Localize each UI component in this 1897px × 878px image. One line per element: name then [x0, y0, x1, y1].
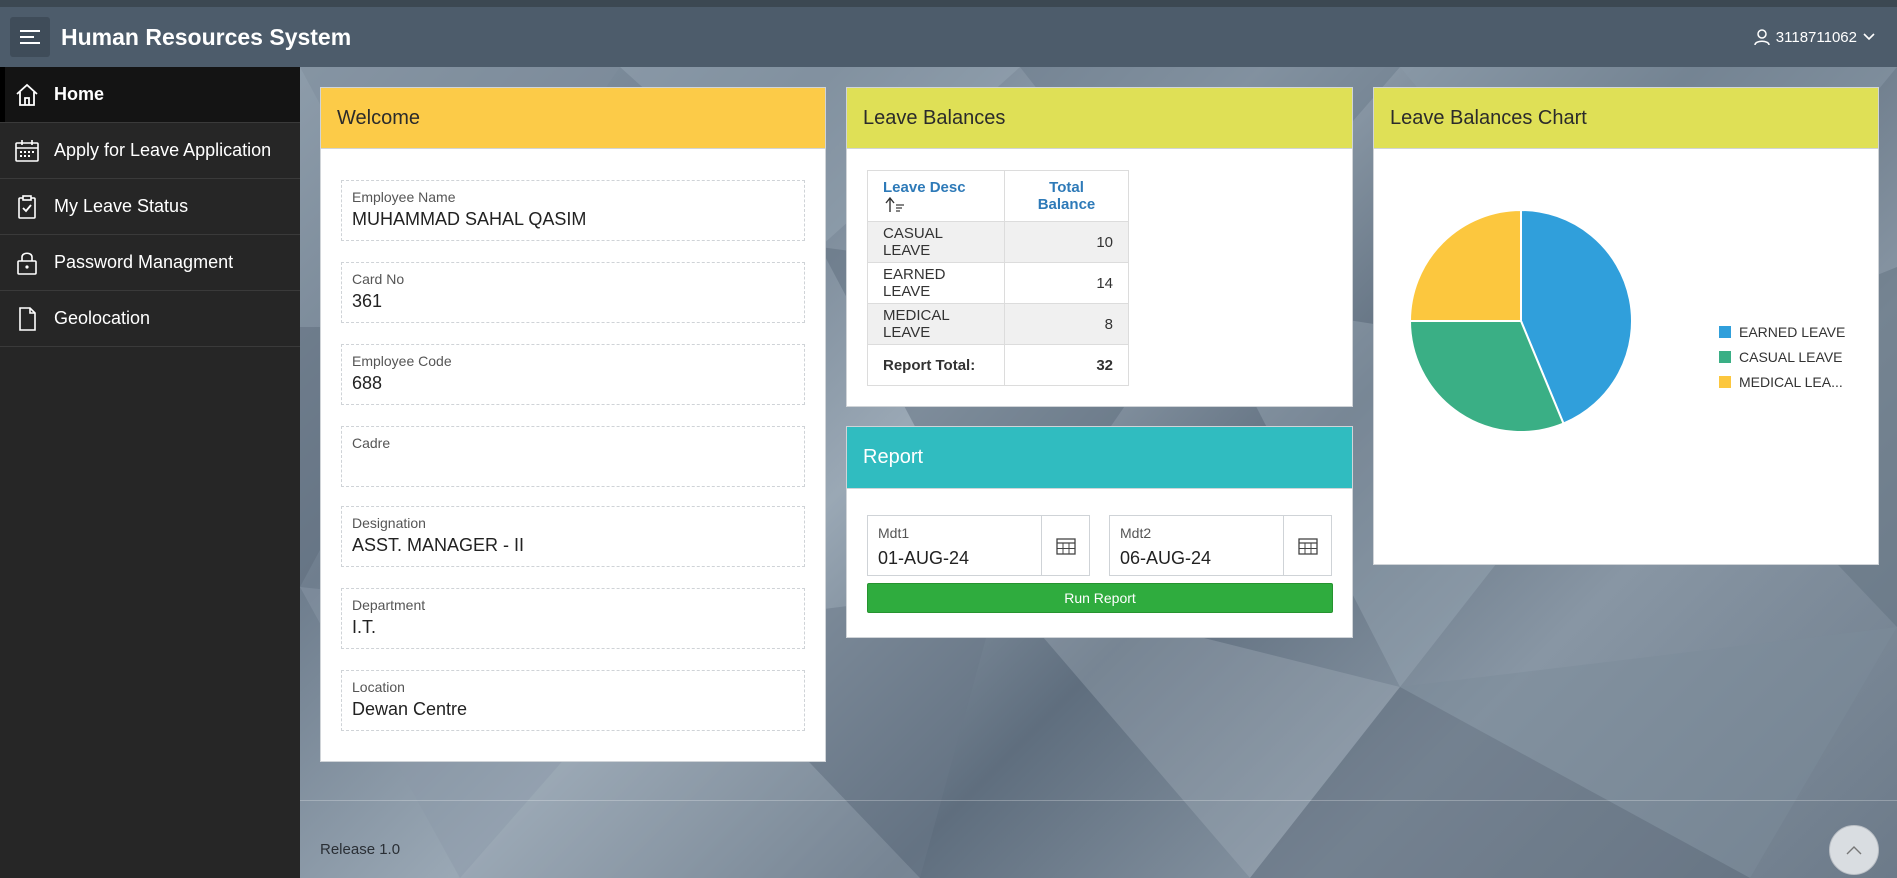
legend-item[interactable]: EARNED LEAVE — [1719, 319, 1845, 344]
sidebar-item-label: Home — [54, 84, 105, 104]
sidebar-item-home[interactable]: Home — [0, 67, 300, 123]
app-header: Human Resources System 3118711062 — [0, 7, 1897, 67]
mdt1-label: Mdt1 — [878, 525, 910, 541]
designation-field: Designation ASST. MANAGER - II — [341, 506, 805, 567]
top-strip — [0, 0, 1897, 7]
sidebar-item-apply-leave[interactable]: Apply for Leave Application — [0, 123, 300, 179]
sidebar-item-label: Apply for Leave Application — [54, 140, 272, 160]
field-value: MUHAMMAD SAHAL QASIM — [352, 209, 587, 229]
main-content: Welcome Employee Name MUHAMMAD SAHAL QAS… — [300, 67, 1897, 878]
user-menu[interactable]: 3118711062 — [1754, 7, 1875, 67]
column-header-label: Leave Desc — [883, 178, 966, 196]
sidebar-item-leave-status[interactable]: My Leave Status — [0, 179, 300, 235]
table-row: EARNED LEAVE 14 — [867, 262, 1129, 304]
cell-total-balance: 8 — [1004, 303, 1129, 345]
field-label: Card No — [352, 271, 405, 287]
field-value: I.T. — [352, 617, 377, 637]
sidebar: Home Apply for Leave Application My Leav… — [0, 67, 300, 878]
chart-title: Leave Balances Chart — [1374, 88, 1878, 149]
field-label: Department — [352, 597, 426, 613]
field-value: 688 — [352, 373, 383, 393]
field-label: Designation — [352, 515, 426, 531]
card-no-field: Card No 361 — [341, 262, 805, 323]
table-total-row: Report Total: 32 — [867, 344, 1129, 386]
field-label: Employee Code — [352, 353, 452, 369]
sidebar-item-password[interactable]: Password Managment — [0, 235, 300, 291]
welcome-card: Welcome Employee Name MUHAMMAD SAHAL QAS… — [320, 87, 826, 762]
cell-leave-desc: CASUAL LEAVE — [867, 221, 1005, 263]
calendar-icon — [12, 136, 42, 166]
mdt2-input[interactable]: 06-AUG-24 — [1120, 548, 1211, 569]
run-report-button[interactable]: Run Report — [867, 583, 1333, 613]
mdt1-calendar-button[interactable] — [1041, 516, 1089, 575]
legend-item[interactable]: MEDICAL LEA... — [1719, 369, 1845, 394]
cell-leave-desc: MEDICAL LEAVE — [867, 303, 1005, 345]
field-label: Location — [352, 679, 405, 695]
chevron-up-icon — [1846, 846, 1862, 855]
calendar-icon — [1297, 537, 1318, 555]
legend-swatch — [1719, 350, 1731, 363]
user-name: 3118711062 — [1775, 28, 1857, 46]
cell-leave-desc: EARNED LEAVE — [867, 262, 1005, 304]
cell-total-balance: 10 — [1004, 221, 1129, 263]
field-value: ASST. MANAGER - II — [352, 535, 525, 555]
column-header-total-balance[interactable]: Total Balance — [1004, 170, 1129, 222]
calendar-icon — [1055, 537, 1076, 555]
chart-legend: EARNED LEAVE CASUAL LEAVE MEDICAL LEA... — [1719, 319, 1845, 394]
leave-balances-chart-card: Leave Balances Chart EARNED LEAVE CASUAL… — [1373, 87, 1879, 565]
sort-ascending-icon — [885, 196, 904, 213]
field-value: Dewan Centre — [352, 699, 468, 719]
home-icon — [12, 80, 42, 110]
user-icon — [1754, 28, 1770, 45]
legend-item[interactable]: CASUAL LEAVE — [1719, 344, 1845, 369]
mdt2-calendar-button[interactable] — [1283, 516, 1331, 575]
sidebar-item-label: Password Managment — [54, 252, 234, 272]
employee-name-field: Employee Name MUHAMMAD SAHAL QASIM — [341, 180, 805, 241]
welcome-title: Welcome — [321, 88, 825, 149]
column-header-leave-desc[interactable]: Leave Desc — [867, 170, 1005, 222]
hamburger-icon — [20, 30, 40, 44]
report-title: Report — [847, 427, 1352, 489]
sidebar-item-label: Geolocation — [54, 308, 151, 328]
cadre-field: Cadre — [341, 426, 805, 487]
document-icon — [12, 304, 42, 334]
app-title: Human Resources System — [61, 23, 352, 50]
menu-toggle-button[interactable] — [10, 17, 50, 57]
leave-balances-card: Leave Balances Leave Desc Total Balance — [846, 87, 1353, 407]
location-field: Location Dewan Centre — [341, 670, 805, 731]
mdt2-date-picker[interactable]: Mdt2 06-AUG-24 — [1109, 515, 1332, 576]
clipboard-check-icon — [12, 192, 42, 222]
total-value: 32 — [1004, 344, 1129, 386]
leave-balances-table: Leave Desc Total Balance CASUAL LEAVE 10 — [867, 170, 1129, 386]
column-header-label: Total Balance — [1037, 179, 1096, 213]
legend-label: EARNED LEAVE — [1739, 323, 1846, 340]
field-value: 361 — [352, 291, 383, 311]
legend-label: MEDICAL LEA... — [1739, 373, 1843, 390]
sidebar-item-geolocation[interactable]: Geolocation — [0, 291, 300, 347]
report-card: Report Mdt1 01-AUG-24 Mdt2 06-AUG-24 Run… — [846, 426, 1353, 638]
release-label: Release 1.0 — [320, 841, 401, 858]
legend-swatch — [1719, 375, 1731, 388]
pie-slice-medical-leave[interactable] — [1408, 208, 1522, 322]
total-label: Report Total: — [867, 344, 1005, 386]
mdt1-input[interactable]: 01-AUG-24 — [878, 548, 969, 569]
legend-swatch — [1719, 325, 1731, 338]
scroll-to-top-button[interactable] — [1829, 825, 1879, 875]
table-row: MEDICAL LEAVE 8 — [867, 303, 1129, 345]
mdt2-label: Mdt2 — [1120, 525, 1152, 541]
mdt1-date-picker[interactable]: Mdt1 01-AUG-24 — [867, 515, 1090, 576]
employee-code-field: Employee Code 688 — [341, 344, 805, 405]
field-label: Employee Name — [352, 189, 456, 205]
sidebar-item-label: My Leave Status — [54, 196, 189, 216]
field-label: Cadre — [352, 435, 391, 451]
table-row: CASUAL LEAVE 10 — [867, 221, 1129, 263]
legend-label: CASUAL LEAVE — [1739, 348, 1843, 365]
footer-divider — [300, 800, 1897, 801]
lock-icon — [12, 248, 42, 278]
cell-total-balance: 14 — [1004, 262, 1129, 304]
department-field: Department I.T. — [341, 588, 805, 649]
leave-balances-title: Leave Balances — [847, 88, 1352, 149]
chevron-down-icon — [1863, 33, 1875, 41]
